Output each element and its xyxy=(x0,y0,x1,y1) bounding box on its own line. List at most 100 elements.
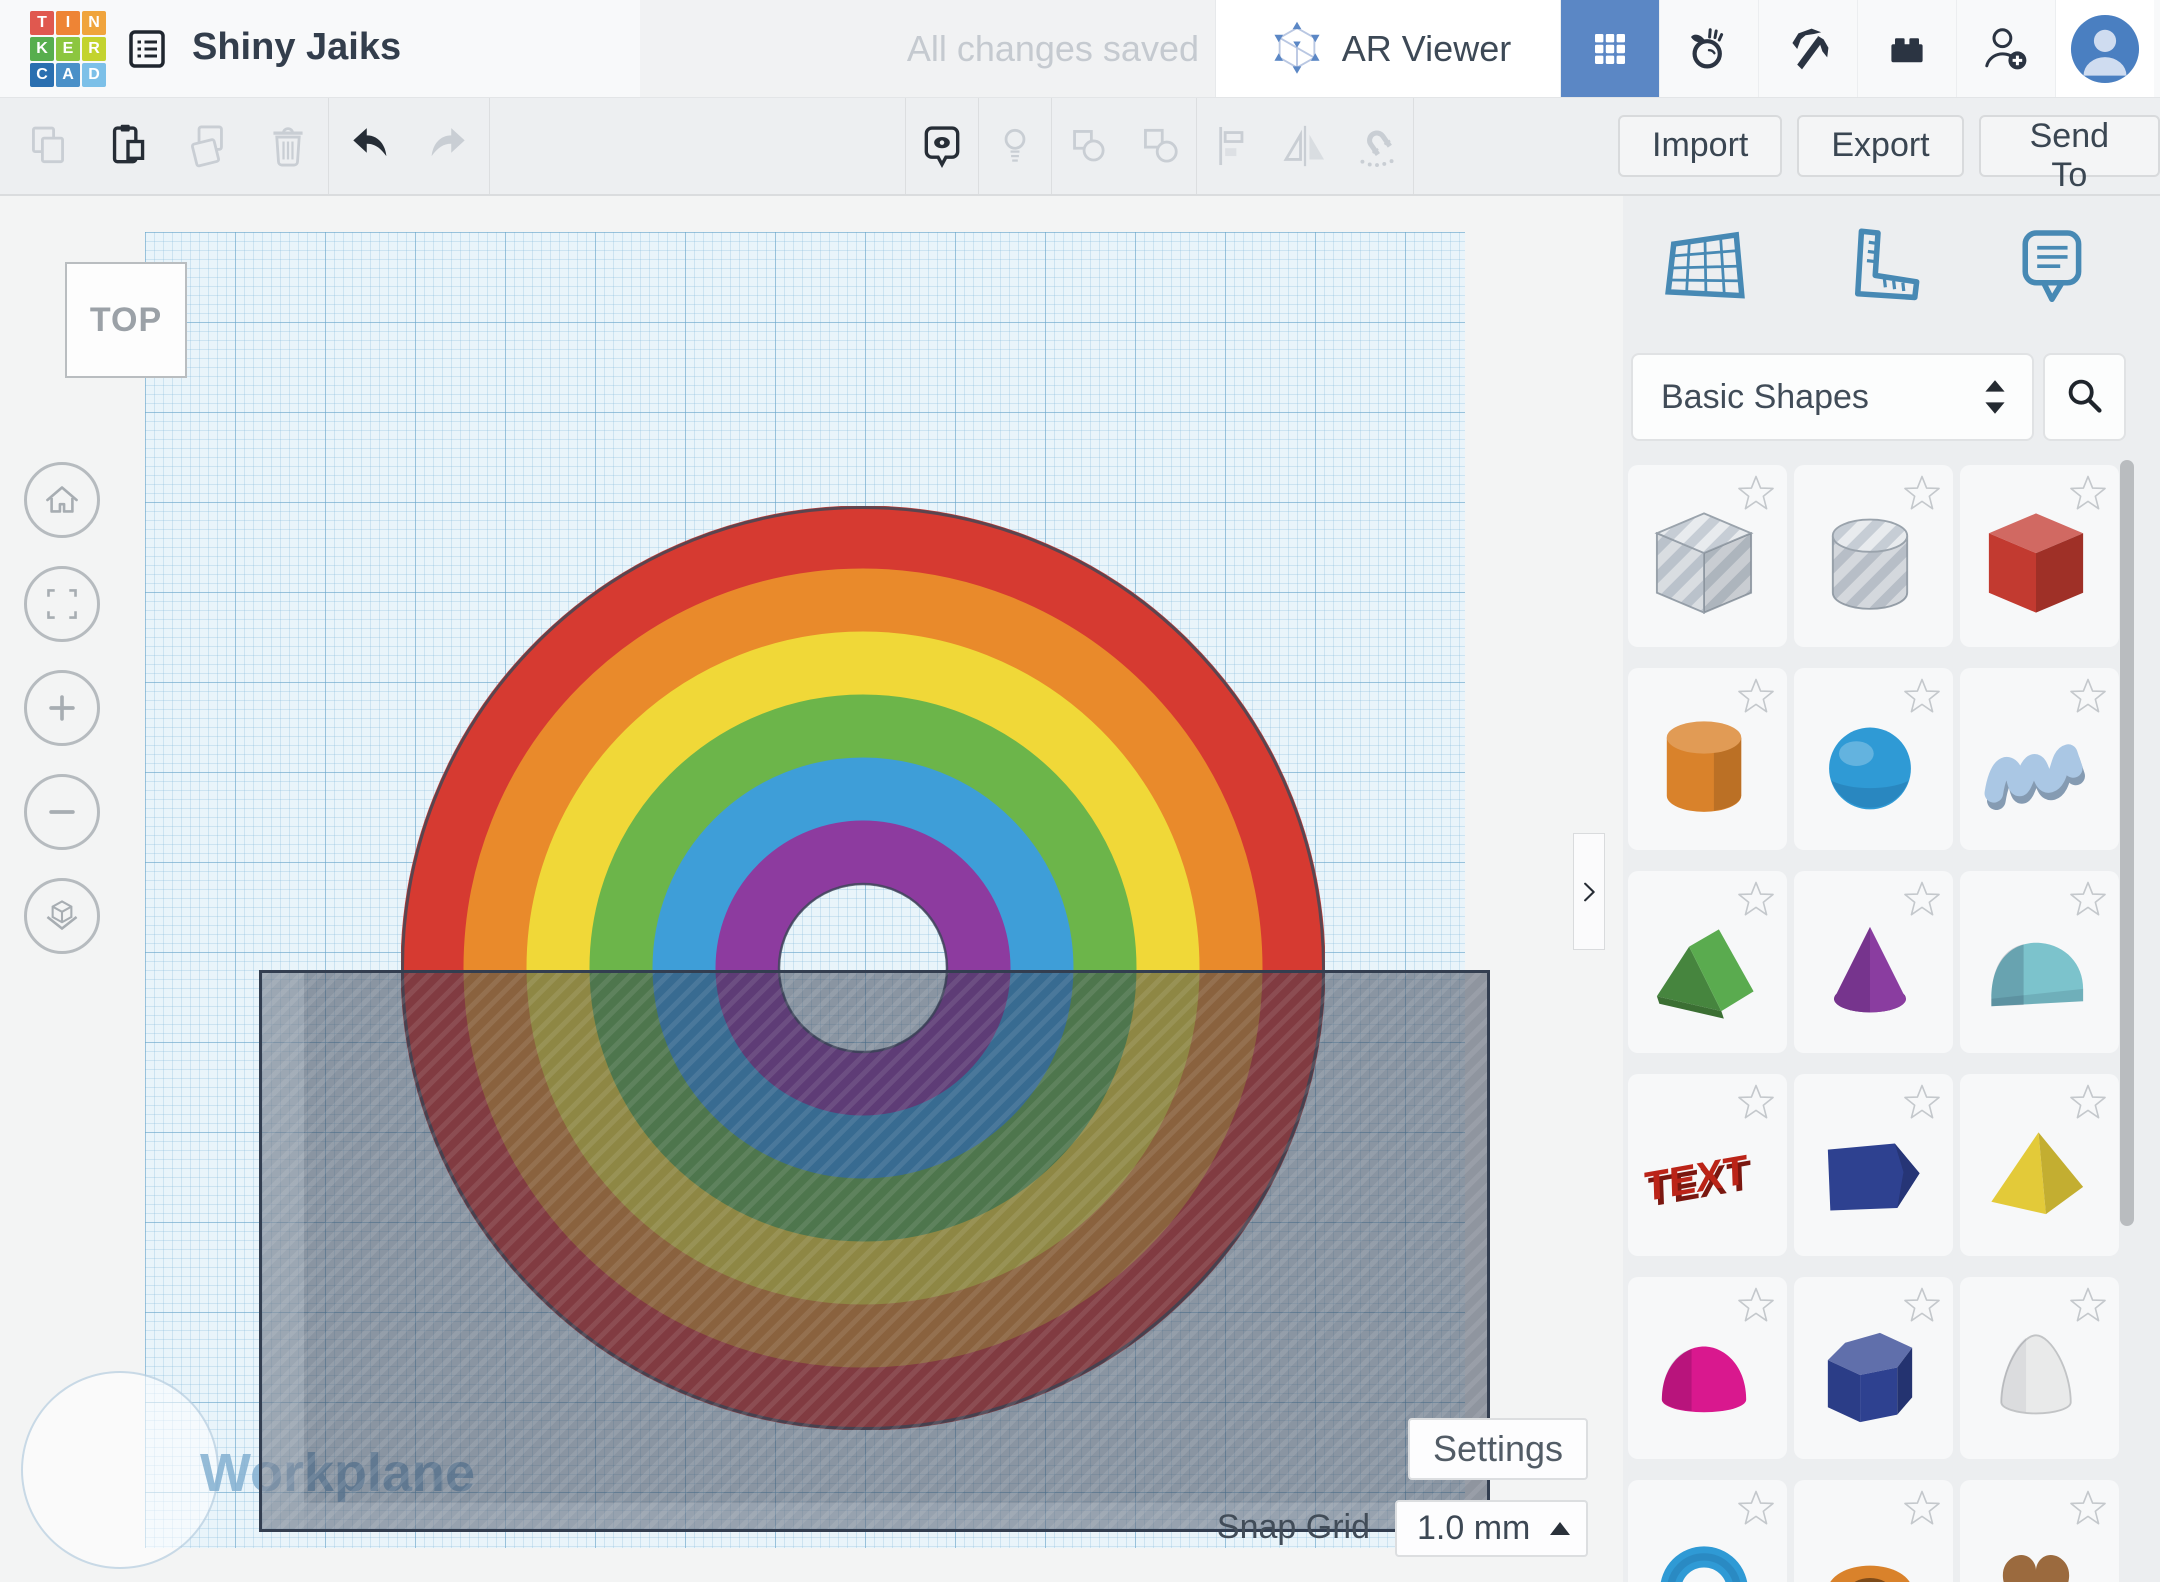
shape-tile-paraboloid[interactable] xyxy=(1628,1277,1787,1459)
delete-button[interactable] xyxy=(248,97,328,194)
paste-button[interactable] xyxy=(88,97,168,194)
search-shapes-button[interactable] xyxy=(2043,353,2126,441)
shape-tile-scribble[interactable] xyxy=(1960,668,2119,850)
logo-tile: T xyxy=(30,11,54,35)
shape-tile-box[interactable] xyxy=(1960,465,2119,647)
logo-tile: E xyxy=(56,37,80,61)
copy-button[interactable] xyxy=(8,97,88,194)
shape-box-icon xyxy=(1974,501,2098,625)
show-all-icon xyxy=(987,118,1043,174)
shape-round-roof-icon xyxy=(1974,907,2098,1031)
shape-tile-sphere[interactable] xyxy=(1794,668,1953,850)
zoom-out-button[interactable] xyxy=(24,774,100,850)
toolbar-divider xyxy=(489,97,490,194)
shape-tile-roof[interactable] xyxy=(1628,871,1787,1053)
import-button[interactable]: Import xyxy=(1618,115,1782,177)
snap-grid-dropdown[interactable]: 1.0 mm xyxy=(1395,1500,1588,1557)
collapse-panel-button[interactable] xyxy=(1573,833,1605,950)
shape-tile-wedge[interactable] xyxy=(1794,1074,1953,1256)
design-title[interactable]: Shiny Jaiks xyxy=(192,26,401,69)
shape-tile-pyramid[interactable] xyxy=(1960,1074,2119,1256)
shape-tile-cylinder[interactable] xyxy=(1628,668,1787,850)
perspective-toggle-button[interactable] xyxy=(24,878,100,954)
shape-tile-cone[interactable] xyxy=(1794,871,1953,1053)
workplane-tool-icon xyxy=(1659,220,1751,316)
ar-viewer-icon xyxy=(1266,18,1328,80)
tinkercad-logo[interactable]: TINKERCAD xyxy=(30,11,106,87)
invite-button[interactable] xyxy=(1956,0,2055,97)
shape-sphere-icon xyxy=(1808,704,1932,828)
shape-tile-tube[interactable] xyxy=(1794,1480,1953,1582)
snap-icon xyxy=(1349,118,1405,174)
fit-view-button[interactable] xyxy=(24,566,100,642)
settings-button[interactable]: Settings xyxy=(1408,1418,1588,1480)
zoom-out-icon xyxy=(36,786,88,838)
align-button[interactable] xyxy=(1197,97,1269,194)
sim-lab-button[interactable] xyxy=(1659,0,1758,97)
shape-hole-box-icon xyxy=(1642,501,1766,625)
duplicate-button[interactable] xyxy=(168,97,248,194)
export-button[interactable]: Export xyxy=(1797,115,1963,177)
avatar-icon xyxy=(2068,12,2142,86)
shape-heart-icon xyxy=(1974,1516,2098,1582)
ruler-tool-icon[interactable] xyxy=(1832,220,1924,316)
box-shape[interactable] xyxy=(259,970,1490,1532)
shape-cylinder-icon xyxy=(1642,704,1766,828)
shape-tile-hole-box[interactable] xyxy=(1628,465,1787,647)
edit-toolbar: Import Export Send To xyxy=(0,97,2160,196)
notes-tool-icon[interactable] xyxy=(2005,220,2097,316)
toolbar-divider xyxy=(1413,97,1414,194)
orbit-hint-circle xyxy=(21,1371,219,1569)
undo-button[interactable] xyxy=(329,97,409,194)
shape-tile-torus[interactable] xyxy=(1628,1480,1787,1582)
ruler-tool-icon xyxy=(1832,220,1924,316)
shape-tube-icon xyxy=(1808,1516,1932,1582)
ungroup-button[interactable] xyxy=(1124,97,1196,194)
shape-paraboloid-icon xyxy=(1642,1313,1766,1437)
align-icon xyxy=(1205,118,1261,174)
logo-tile: A xyxy=(56,63,80,87)
home-view-button[interactable] xyxy=(24,462,100,538)
minecraft-export-button[interactable] xyxy=(1758,0,1857,97)
save-status: All changes saved xyxy=(640,0,1215,97)
workplane-tool-icon[interactable] xyxy=(1659,220,1751,316)
show-all-button[interactable] xyxy=(979,97,1051,194)
snap-grid-label: Snap Grid xyxy=(1120,1508,1370,1547)
undo-icon xyxy=(341,118,397,174)
show-hide-icon xyxy=(914,118,970,174)
mirror-icon xyxy=(1277,118,1333,174)
ar-viewer-button[interactable]: AR Viewer xyxy=(1215,0,1562,97)
snap-grid-value: 1.0 mm xyxy=(1397,1509,1550,1548)
fit-icon xyxy=(36,578,88,630)
shape-tile-rounded-cone[interactable] xyxy=(1960,1277,2119,1459)
redo-button[interactable] xyxy=(409,97,489,194)
zoom-in-icon xyxy=(36,682,88,734)
shape-tile-text[interactable]: TEXTTEXT xyxy=(1628,1074,1787,1256)
mirror-button[interactable] xyxy=(1269,97,1341,194)
zoom-in-button[interactable] xyxy=(24,670,100,746)
send-to-button[interactable]: Send To xyxy=(1979,115,2160,177)
design-menu-button[interactable] xyxy=(122,24,172,74)
logo-tile: K xyxy=(30,37,54,61)
blocks-view-button[interactable] xyxy=(1560,0,1659,97)
shape-wedge-icon xyxy=(1808,1110,1932,1234)
shape-tile-hole-cylinder[interactable] xyxy=(1794,465,1953,647)
view-cube[interactable]: TOP xyxy=(65,262,187,378)
group-button[interactable] xyxy=(1052,97,1124,194)
delete-icon xyxy=(260,118,316,174)
brick-export-button[interactable] xyxy=(1857,0,1956,97)
shape-text-icon: TEXTTEXT xyxy=(1642,1110,1766,1234)
shape-category-dropdown[interactable]: Basic Shapes xyxy=(1631,353,2034,441)
show-hide-button[interactable] xyxy=(906,97,978,194)
shape-tile-round-roof[interactable] xyxy=(1960,871,2119,1053)
snap-button[interactable] xyxy=(1341,97,1413,194)
search-icon xyxy=(2061,373,2109,421)
redo-icon xyxy=(421,118,477,174)
panel-scrollbar[interactable] xyxy=(2120,460,2134,1226)
shape-tile-polygon[interactable] xyxy=(1794,1277,1953,1459)
account-avatar[interactable] xyxy=(2055,0,2154,97)
shape-tile-heart[interactable] xyxy=(1960,1480,2119,1582)
viewport-3d[interactable]: Workplane TOP Settings Snap Grid 1.0 mm xyxy=(0,196,1623,1582)
dropdown-spinner-icon xyxy=(1980,375,2010,419)
sim-lab-icon xyxy=(1679,19,1739,79)
